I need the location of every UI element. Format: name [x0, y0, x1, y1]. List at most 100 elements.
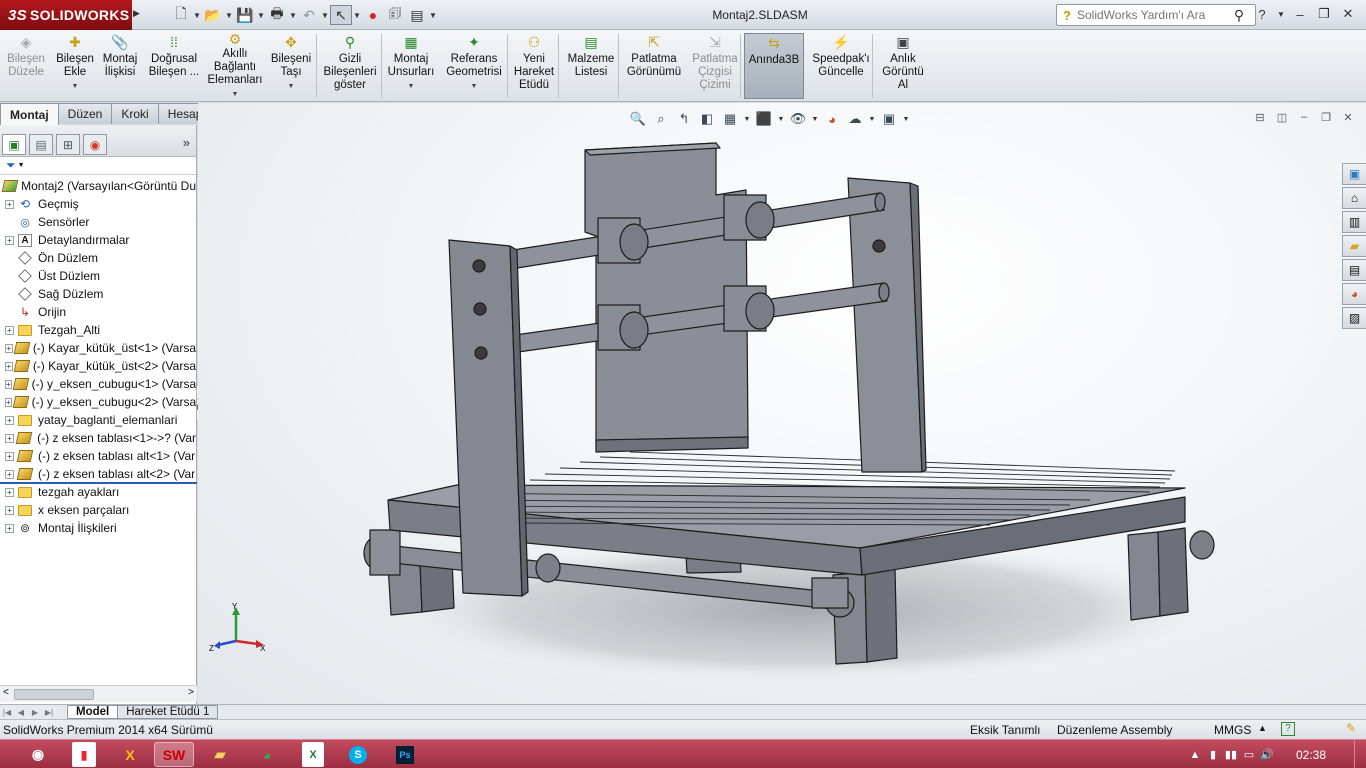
- ribbon-button-smart-fasteners[interactable]: ⚙ Akıllı Bağlantı Elemanları ▼: [204, 32, 266, 101]
- tree-item[interactable]: Sağ Düzlem: [0, 285, 196, 303]
- scroll-thumb[interactable]: [14, 689, 94, 700]
- solidworks-logo[interactable]: 3S SOLIDWORKS: [0, 0, 132, 30]
- ribbon-button-linear-pattern[interactable]: ⁞⁞ Doğrusal Bileşen ...: [146, 33, 202, 99]
- help-search-input[interactable]: [1077, 8, 1227, 22]
- tree-item[interactable]: + (-) z eksen tablası alt<2> (Var: [0, 465, 196, 483]
- file-explorer-icon[interactable]: ▰: [1342, 235, 1366, 257]
- hide-show-dropdown-icon[interactable]: ▼: [811, 116, 819, 123]
- ribbon-button-assembly-features[interactable]: ▦ Montaj Unsurları ▼: [385, 33, 437, 99]
- tree-item[interactable]: Üst Düzlem: [0, 267, 196, 285]
- undo-dropdown-icon[interactable]: ▼: [320, 11, 330, 20]
- apply-scene-icon[interactable]: ☁: [845, 109, 865, 129]
- tab-kroki[interactable]: Kroki: [111, 103, 159, 124]
- expand-icon[interactable]: +: [5, 487, 14, 497]
- tab-last-icon[interactable]: ▶|: [42, 708, 56, 717]
- ribbon-button-speedpak[interactable]: ⚡ Speedpak'ı Güncelle: [808, 33, 874, 99]
- tree-item[interactable]: + (-) y_eksen_cubugu<1> (Varsa: [0, 375, 196, 393]
- viewport-minimize-icon[interactable]: –: [1296, 111, 1312, 125]
- viewport-restore-icon[interactable]: ❐: [1318, 111, 1334, 125]
- view-palette-icon[interactable]: ▤: [1342, 259, 1366, 281]
- filter-dropdown-icon[interactable]: ▼: [18, 162, 25, 169]
- expand-icon[interactable]: +: [5, 379, 12, 389]
- volume-icon[interactable]: 🔊: [1258, 748, 1276, 761]
- view-settings-icon[interactable]: ▣: [879, 109, 899, 129]
- tile-horizontal-icon[interactable]: ⊟: [1252, 111, 1268, 125]
- view-orientation-icon[interactable]: ▦: [720, 109, 740, 129]
- search-icon[interactable]: ⚲: [1227, 7, 1251, 24]
- expand-icon[interactable]: +: [5, 361, 13, 371]
- expand-icon[interactable]: +: [5, 397, 12, 407]
- expand-icon[interactable]: +: [5, 451, 14, 461]
- tree-item[interactable]: + (-) Kayar_kütük_üst<1> (Varsa: [0, 339, 196, 357]
- tree-item[interactable]: + ⊚ Montaj İlişkileri: [0, 519, 196, 537]
- minimize-icon[interactable]: –: [1290, 4, 1310, 24]
- select-arrow-icon[interactable]: ↖: [330, 5, 352, 25]
- tile-vertical-icon[interactable]: ◫: [1274, 111, 1290, 125]
- ribbon-button-move-component[interactable]: ✥ Bileşeni Taşı ▼: [266, 33, 316, 99]
- hide-show-items-icon[interactable]: 👁: [788, 109, 808, 129]
- tree-item[interactable]: + (-) z eksen tablası<1>->? (Var: [0, 429, 196, 447]
- tray-app-icon[interactable]: ▮: [1204, 748, 1222, 761]
- display-style-icon[interactable]: ⬛: [754, 109, 774, 129]
- save-icon[interactable]: 💾: [234, 5, 256, 25]
- notification-icon[interactable]: ✎: [1346, 721, 1356, 735]
- unit-system[interactable]: MMGS: [1214, 723, 1251, 737]
- windows-start-icon[interactable]: ◉: [18, 742, 58, 767]
- units-arrow-icon[interactable]: ▲: [1258, 723, 1267, 733]
- gantry-plate-right[interactable]: [847, 177, 923, 473]
- zoom-to-area-icon[interactable]: ⌕: [651, 109, 671, 129]
- save-dropdown-icon[interactable]: ▼: [256, 11, 266, 20]
- ribbon-button-exploded-view[interactable]: ⇱ Patlatma Görünümü: [622, 33, 686, 99]
- new-dropdown-icon[interactable]: ▼: [192, 11, 202, 20]
- ribbon-button-explode-line-sketch[interactable]: ⇲ Patlatma Çizgisi Çizimi: [688, 33, 742, 99]
- x-bearing-right[interactable]: [1189, 530, 1215, 560]
- tree-item[interactable]: ◎ Sensörler: [0, 213, 196, 231]
- edit-appearance-icon[interactable]: ◕: [822, 109, 842, 129]
- tab-montaj[interactable]: Montaj: [0, 103, 59, 125]
- expand-icon[interactable]: +: [5, 235, 14, 245]
- open-dropdown-icon[interactable]: ▼: [224, 11, 234, 20]
- zoom-to-fit-icon[interactable]: 🔍: [628, 109, 648, 129]
- motion-study-tab[interactable]: Hareket Etüdü 1: [117, 705, 219, 719]
- display-style-dropdown-icon[interactable]: ▼: [777, 116, 785, 123]
- expand-icon[interactable]: +: [5, 469, 14, 479]
- viewport-close-icon[interactable]: ✕: [1340, 111, 1356, 125]
- ribbon-button-mate[interactable]: 📎 Montaj İlişkisi: [97, 33, 143, 99]
- ribbon-dropdown-icon[interactable]: ▼: [232, 88, 239, 101]
- expand-icon[interactable]: +: [5, 523, 14, 533]
- excel-taskbar-icon[interactable]: X: [302, 742, 324, 767]
- tree-item[interactable]: ↳ Orijin: [0, 303, 196, 321]
- ribbon-button-insert-component[interactable]: ✚ Bileşen Ekle ▼: [55, 33, 95, 99]
- menu-expand-icon[interactable]: ▶: [133, 8, 141, 22]
- ribbon-button-snapshot[interactable]: ▣ Anlık Görüntü Al: [876, 33, 930, 99]
- leg-right[interactable]: [1127, 531, 1161, 621]
- feature-tree-tab-icon[interactable]: ▣: [2, 134, 26, 155]
- custom-properties-icon[interactable]: ▨: [1342, 307, 1366, 329]
- open-folder-icon[interactable]: 📂: [202, 5, 224, 25]
- show-desktop-button[interactable]: [1354, 740, 1366, 768]
- expand-icon[interactable]: +: [5, 415, 14, 425]
- scroll-left-icon[interactable]: <: [3, 687, 9, 698]
- view-settings-dropdown-icon[interactable]: ▼: [902, 116, 910, 123]
- more-tabs-icon[interactable]: »: [183, 135, 190, 150]
- clock[interactable]: 02:38: [1296, 748, 1326, 762]
- help-search-box[interactable]: ? ⚲: [1056, 4, 1256, 26]
- tree-root-assembly[interactable]: Montaj2 (Varsayılan<Görüntü Du: [0, 177, 196, 195]
- tab-düzen[interactable]: Düzen: [57, 103, 113, 124]
- restore-icon[interactable]: ❐: [1314, 4, 1334, 24]
- help-status-icon[interactable]: ?: [1281, 722, 1295, 736]
- filter-icon[interactable]: ⏷: [6, 158, 16, 173]
- close-icon[interactable]: ✕: [1338, 4, 1358, 24]
- graphics-area[interactable]: 🔍 ⌕ ↰ ◧ ▦ ▼ ⬛ ▼ 👁 ▼ ◕ ☁ ▼ ▣ ▼ ⊟ ◫ – ❐ ✕ ▣ ⌂ ▥…: [198, 103, 1366, 705]
- ribbon-button-bill-of-materials[interactable]: ▤ Malzeme Listesi: [562, 33, 620, 99]
- tree-item[interactable]: + tezgah ayakları: [0, 483, 196, 501]
- ribbon-button-instant3d[interactable]: ⇆ Anında3B: [744, 33, 804, 99]
- tree-item[interactable]: + (-) z eksen tablası alt<1> (Var: [0, 447, 196, 465]
- tab-first-icon[interactable]: |◀: [0, 708, 14, 717]
- print-icon[interactable]: 🖶: [266, 5, 288, 25]
- photoshop-taskbar-icon[interactable]: Ps: [385, 742, 425, 767]
- model-tab[interactable]: Model: [67, 705, 119, 719]
- tab-next-icon[interactable]: ▶: [28, 708, 42, 717]
- cnc-assembly-model[interactable]: [198, 103, 1366, 705]
- scroll-right-icon[interactable]: >: [188, 687, 194, 698]
